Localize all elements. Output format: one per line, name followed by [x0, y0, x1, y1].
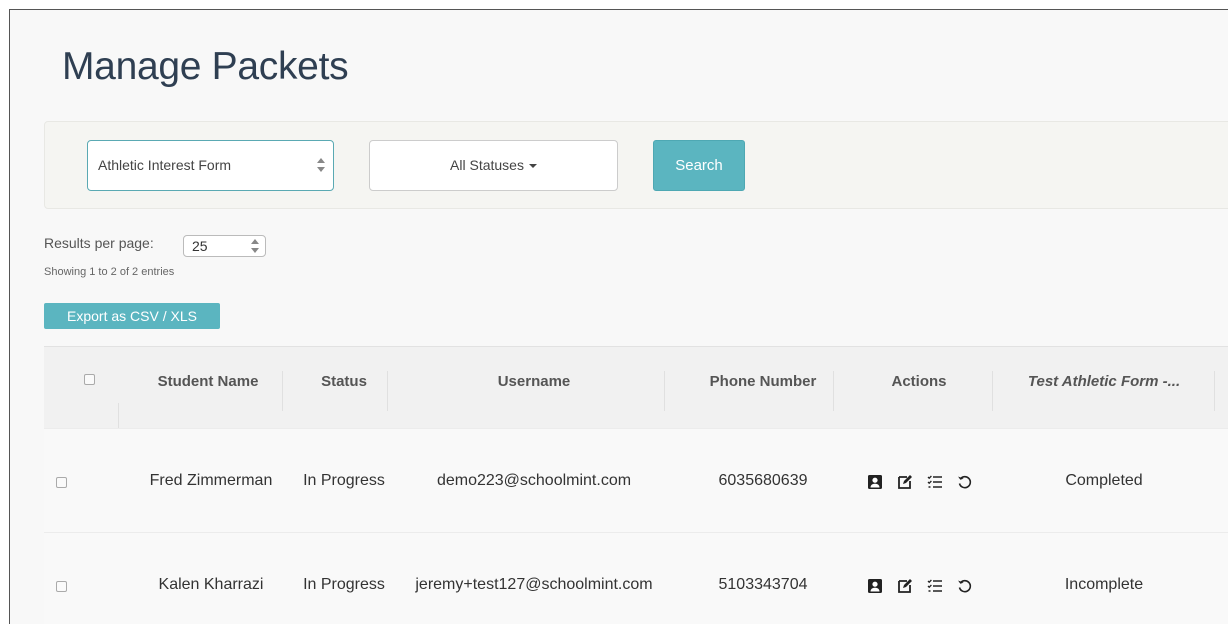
select-arrows-icon [251, 239, 259, 255]
username: jeremy+test127@schoolmint.com [415, 576, 653, 593]
student-name: Kalen Kharrazi [158, 576, 264, 593]
results-per-page-value: 25 [192, 238, 208, 254]
row-checkbox[interactable] [56, 581, 67, 592]
status-dropdown-label: All Statuses [450, 157, 524, 173]
row-checkbox[interactable] [56, 477, 67, 488]
username: demo223@schoolmint.com [436, 472, 632, 489]
status: In Progress [303, 576, 385, 593]
filter-bar: Athletic Interest Form All Statuses Sear… [44, 121, 1228, 209]
reset-icon[interactable] [957, 578, 973, 594]
results-per-page-label: Results per page: [44, 235, 154, 251]
search-button[interactable]: Search [653, 140, 745, 191]
results-per-page-select[interactable]: 25 [183, 235, 266, 257]
showing-entries: Showing 1 to 2 of 2 entries [44, 266, 175, 278]
header-divider [992, 371, 993, 411]
header-phone-number[interactable]: Phone Number [678, 347, 848, 429]
status: In Progress [303, 472, 385, 489]
table-row: Fred Zimmerman In Progress demo223@schoo… [44, 428, 1228, 532]
select-arrows-icon [317, 158, 325, 174]
table-row: Kalen Kharrazi In Progress jeremy+test12… [44, 532, 1228, 624]
header-student-name[interactable]: Student Name [118, 347, 298, 429]
caret-down-icon [528, 164, 537, 169]
status-dropdown[interactable]: All Statuses [369, 140, 618, 191]
form-status: Completed [1065, 472, 1143, 489]
edit-icon[interactable] [897, 578, 913, 594]
header-divider [1214, 371, 1215, 411]
header-divider [282, 371, 283, 411]
select-all-checkbox[interactable] [84, 374, 95, 385]
phone-number: 5103343704 [718, 576, 808, 593]
student-name: Fred Zimmerman [149, 472, 273, 489]
results-per-page: Results per page: 25 [44, 235, 266, 257]
row-actions [867, 474, 973, 490]
header-test-athletic-form[interactable]: Test Athletic Form -... [994, 347, 1214, 429]
profile-card-icon[interactable] [867, 578, 883, 594]
header-divider [387, 371, 388, 411]
form-select[interactable]: Athletic Interest Form [87, 140, 334, 191]
edit-icon[interactable] [897, 474, 913, 490]
checklist-icon[interactable] [927, 474, 943, 490]
page-title: Manage Packets [62, 45, 349, 88]
phone-number: 6035680639 [718, 472, 808, 489]
header-divider [664, 371, 665, 411]
table-header: Student Name Status Username Phone Numbe… [44, 346, 1228, 429]
header-username[interactable]: Username [394, 347, 674, 429]
header-status[interactable]: Status [294, 347, 394, 429]
profile-card-icon[interactable] [867, 474, 883, 490]
packets-table: Student Name Status Username Phone Numbe… [44, 346, 1228, 624]
checklist-icon[interactable] [927, 578, 943, 594]
form-status: Incomplete [1064, 576, 1144, 593]
export-csv-button[interactable]: Export as CSV / XLS [44, 303, 220, 329]
header-divider [833, 371, 834, 411]
reset-icon[interactable] [957, 474, 973, 490]
row-actions [867, 578, 973, 594]
form-select-value: Athletic Interest Form [98, 157, 232, 173]
page-frame: Manage Packets Athletic Interest Form Al… [9, 9, 1228, 624]
header-actions: Actions [891, 373, 947, 390]
